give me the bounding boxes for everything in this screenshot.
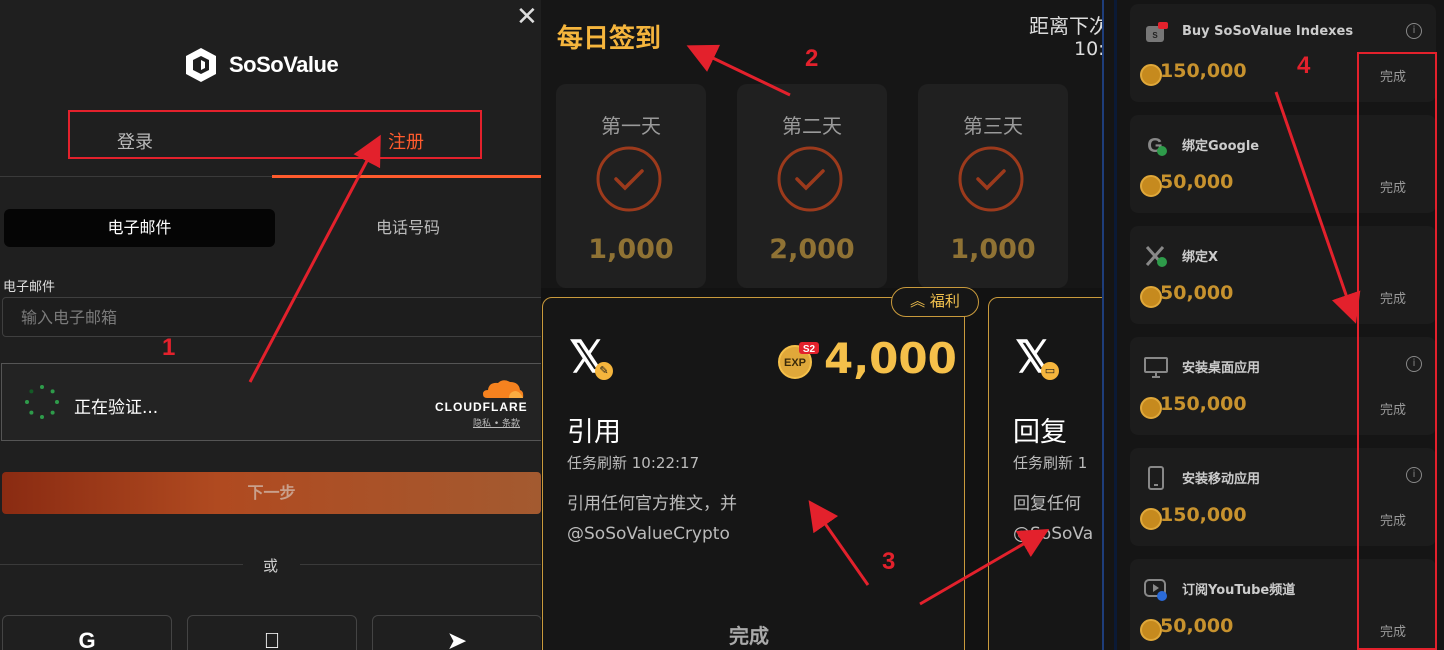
checkin-section: 每日签到 距离下次 10: 第一天 1,000 第二天 2,000 第三天 1,… [541,0,1102,288]
double-chevron-up-icon: ︽ [910,292,926,310]
sosovalue-icon: S [1146,22,1168,42]
telegram-login-button[interactable]: ➤ [372,615,541,650]
task-name: Buy SoSoValue Indexes [1182,24,1354,39]
coin-icon [1140,619,1162,641]
task-points: 150,000 [1160,60,1247,82]
captcha-status: 正在验证... [74,398,159,418]
svg-text:S: S [1152,31,1158,40]
checkin-day-3[interactable]: 第三天 1,000 [918,84,1068,288]
task-description: 回复任何 @SoSoVa [1013,489,1093,549]
task-desc-line2: @SoSoValueCrypto [567,524,730,544]
login-panel: ✕ SoSoValue 登录 注册 电子邮件 电话号码 电子邮件 正在验证... [0,0,541,650]
annotation-number-3: 3 [882,548,896,575]
mobile-icon [1148,466,1164,490]
task-points: 50,000 [1160,615,1234,637]
exp-badge-icon: EXP S2 [778,342,819,379]
email-input[interactable] [2,297,541,337]
brand-logo: SoSoValue [183,46,339,84]
coin-icon [1140,286,1162,308]
loading-spinner-icon [25,385,59,419]
task-card-reply[interactable]: 𝕏 ▭ 回复 任务刷新 1 回复任何 @SoSoVa [988,297,1102,650]
cloudflare-name: CLOUDFLARE [435,400,528,414]
apple-icon:  [264,628,281,650]
tab-register-underline [272,175,541,178]
cloudflare-branding: CLOUDFLARE 隐私 • 条款 [435,378,535,429]
task-card-quote[interactable]: 𝕏 ✎ EXP S2 4,000 引用 任务刷新 10:22:17 引用任何官方… [542,297,965,650]
checkin-panel: 每日签到 距离下次 10: 第一天 1,000 第二天 2,000 第三天 1,… [541,0,1102,650]
task-points: 150,000 [1160,504,1247,526]
task-desc-line1: 引用任何官方推文，并 [567,494,737,514]
annotation-box-tabs [68,110,482,159]
sosovalue-logo-icon [186,48,216,82]
task-name: 安装桌面应用 [1182,361,1261,376]
task-desc-line1: 回复任何 [1013,494,1081,514]
x-icon [1145,246,1167,267]
day-name: 第一天 [601,114,661,138]
day-name: 第二天 [782,114,842,138]
coin-icon [1140,64,1162,86]
google-icon: G [1147,135,1167,157]
panel-edge [1114,0,1117,650]
youtube-icon [1144,579,1167,601]
task-points: 50,000 [1160,282,1234,304]
countdown-time: 10: [1074,38,1102,60]
day-points: 1,000 [588,234,674,265]
annotation-number-1: 1 [162,334,176,361]
task-points: 50,000 [1160,171,1234,193]
close-icon[interactable]: ✕ [516,4,538,30]
exp-label: EXP [784,357,806,369]
annotation-number-2: 2 [805,45,819,72]
chat-icon: ▭ [1041,362,1059,380]
day-points: 1,000 [950,234,1036,265]
task-done-button[interactable]: 完成 [729,620,769,649]
coin-icon [1140,508,1162,530]
or-divider-right [300,564,541,565]
email-label: 电子邮件 [3,280,56,295]
task-refresh: 任务刷新 1 [1013,454,1088,472]
task-name: 安装移动应用 [1182,472,1261,487]
task-name: 绑定Google [1182,139,1260,154]
desktop-icon [1144,357,1168,378]
apple-login-button[interactable]:  [187,615,357,650]
google-login-button[interactable]: G [2,615,172,650]
task-name: 绑定X [1182,250,1219,265]
coin-icon [1140,397,1162,419]
task-name: 订阅YouTube频道 [1182,583,1296,598]
annotation-box-done-column [1357,52,1437,650]
next-button[interactable]: 下一步 [2,472,541,514]
google-icon: G [78,628,96,650]
info-icon[interactable]: i [1406,23,1422,39]
checkmark-circle-icon [958,146,1024,212]
coin-icon [1140,175,1162,197]
day-points: 2,000 [769,234,855,265]
task-points: 150,000 [1160,393,1247,415]
annotation-number-4: 4 [1297,52,1311,79]
task-description: 引用任何官方推文，并 @SoSoValueCrypto [567,489,737,549]
countdown-label: 距离下次 [1029,14,1102,38]
segment-email[interactable]: 电子邮件 [4,209,275,247]
pen-icon: ✎ [595,362,613,380]
or-label: 或 [263,557,279,575]
welfare-badge: ︽ 福利 [891,287,979,317]
checkmark-circle-icon [596,146,662,212]
task-refresh: 任务刷新 10:22:17 [567,454,700,472]
checkmark-circle-icon [777,146,843,212]
checkin-day-1[interactable]: 第一天 1,000 [556,84,706,288]
cloudflare-cloud-icon [483,380,524,398]
day-name: 第三天 [963,114,1023,138]
captcha-widget[interactable]: 正在验证... CLOUDFLARE 隐私 • 条款 [1,363,541,441]
telegram-icon: ➤ [447,628,467,650]
checkin-day-2[interactable]: 第二天 2,000 [737,84,887,288]
or-divider-left [0,564,243,565]
task-title: 回复 [1013,417,1067,448]
brand-name: SoSoValue [229,52,339,77]
checkin-title: 每日签到 [557,24,662,54]
task-title: 引用 [567,417,621,448]
task-desc-line2: @SoSoVa [1013,524,1094,544]
task-points: 4,000 [824,334,957,383]
welfare-label: 福利 [929,292,960,310]
cloudflare-links[interactable]: 隐私 • 条款 [473,416,535,429]
segment-phone[interactable]: 电话号码 [275,209,541,247]
exp-season: S2 [803,344,816,355]
